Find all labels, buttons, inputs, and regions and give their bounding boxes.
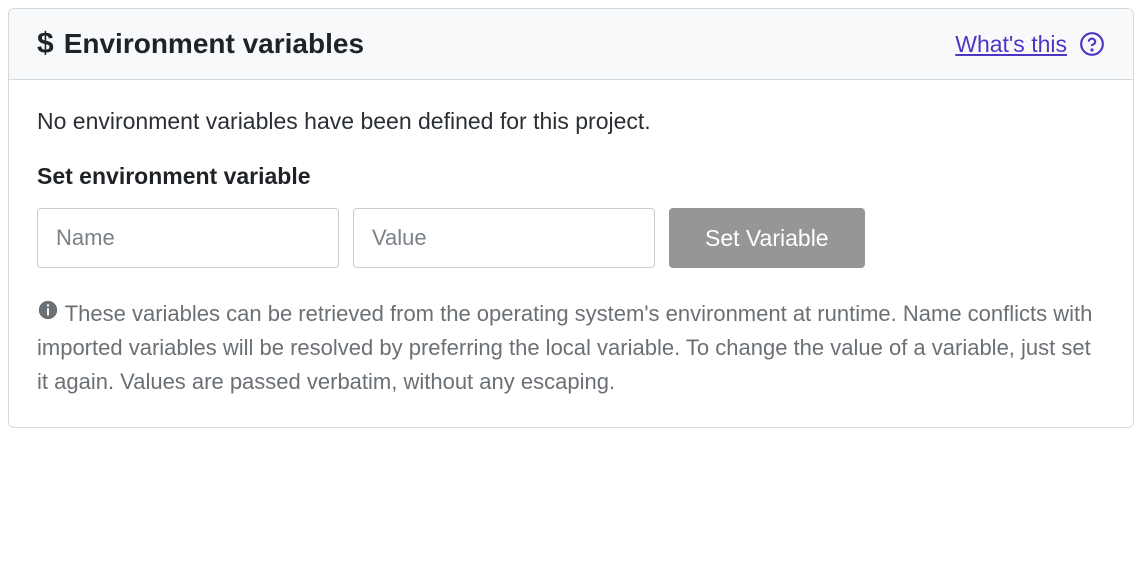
form-row: Set Variable <box>37 208 1105 268</box>
set-variable-button[interactable]: Set Variable <box>669 208 865 268</box>
info-icon <box>37 299 59 321</box>
empty-state-message: No environment variables have been defin… <box>37 108 1105 135</box>
help-circle-icon[interactable] <box>1079 31 1105 57</box>
help-text-content: These variables can be retrieved from th… <box>37 294 1105 399</box>
help-text: These variables can be retrieved from th… <box>37 294 1105 399</box>
panel-title: Environment variables <box>64 28 364 60</box>
form-heading: Set environment variable <box>37 163 1105 190</box>
help-text-body: These variables can be retrieved from th… <box>37 301 1092 394</box>
dollar-icon: $ <box>37 27 54 61</box>
panel-header-left: $ Environment variables <box>37 27 364 61</box>
value-input[interactable] <box>353 208 655 268</box>
panel-header-right: What's this <box>955 31 1105 58</box>
panel-body: No environment variables have been defin… <box>9 80 1133 427</box>
name-input[interactable] <box>37 208 339 268</box>
env-vars-panel: $ Environment variables What's this No e… <box>8 8 1134 428</box>
panel-header: $ Environment variables What's this <box>9 9 1133 80</box>
whats-this-link[interactable]: What's this <box>955 31 1067 58</box>
